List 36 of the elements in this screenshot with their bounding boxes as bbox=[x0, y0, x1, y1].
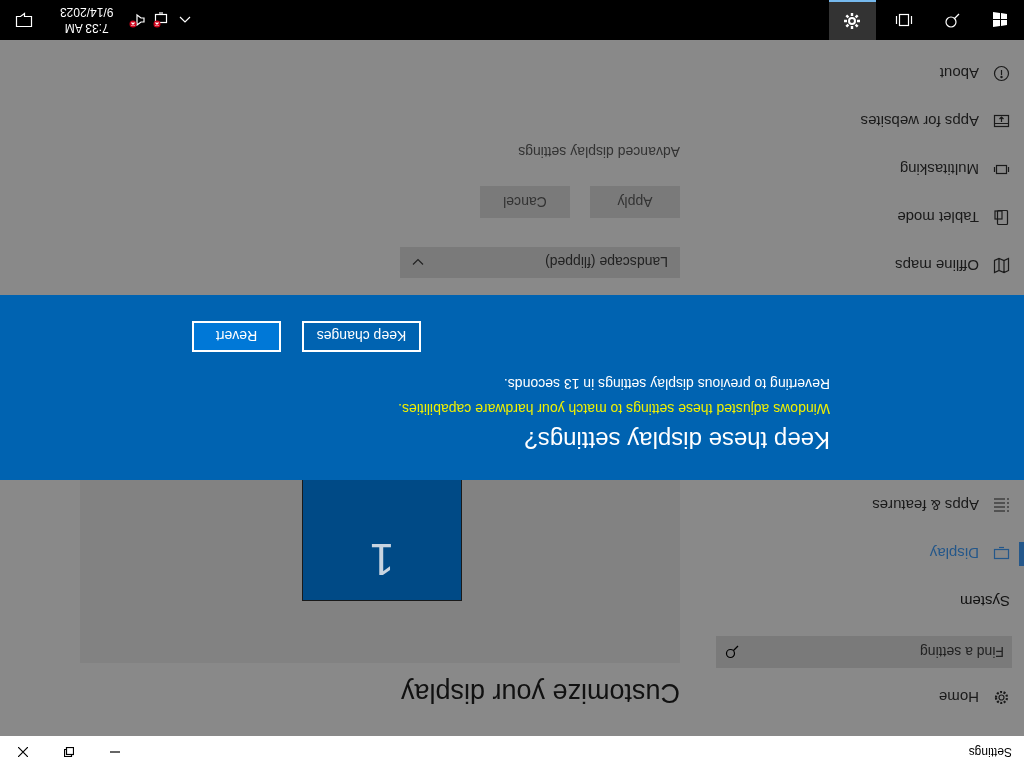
home-item[interactable]: Home bbox=[714, 680, 1024, 716]
speaker-muted-icon bbox=[128, 12, 147, 28]
nav-item[interactable]: About bbox=[714, 50, 1024, 98]
nav-item[interactable]: Tablet mode bbox=[714, 194, 1024, 242]
tablet-icon bbox=[993, 209, 1010, 227]
page-heading: Customize your display bbox=[400, 677, 680, 710]
nav-item[interactable]: Multitasking bbox=[714, 146, 1024, 194]
close-icon bbox=[18, 747, 28, 757]
search-field[interactable]: Find a setting bbox=[716, 636, 1012, 668]
taskbar-button[interactable] bbox=[829, 0, 876, 40]
dialog-title: Keep these display settings? bbox=[523, 426, 830, 456]
window-title: Settings bbox=[967, 745, 1013, 759]
orientation-dropdown[interactable]: Landscape (flipped) bbox=[400, 247, 680, 278]
search-icon bbox=[725, 645, 739, 659]
map-icon bbox=[993, 257, 1010, 275]
nav-item[interactable]: Apps for websites bbox=[714, 98, 1024, 146]
task-view-icon bbox=[895, 11, 913, 29]
nav-item[interactable]: Offline maps bbox=[714, 242, 1024, 290]
cancel-button[interactable]: Cancel bbox=[480, 186, 570, 218]
windows-logo-icon bbox=[991, 11, 1009, 29]
list-icon bbox=[993, 497, 1010, 515]
countdown-text: Reverting to previous display settings in 13 seconds. bbox=[502, 375, 830, 393]
gear-icon bbox=[993, 689, 1010, 707]
section-heading: System bbox=[959, 592, 1010, 612]
info-icon bbox=[993, 65, 1010, 83]
clock-button[interactable]: 7:33 AM 9/14/2023 bbox=[48, 0, 126, 40]
advanced-settings-link[interactable]: Advanced display settings bbox=[518, 144, 680, 160]
apply-button[interactable]: Apply bbox=[590, 186, 680, 218]
keep-changes-button[interactable]: Keep changes bbox=[302, 321, 421, 352]
search-icon bbox=[943, 11, 961, 29]
notification-icon bbox=[15, 12, 33, 28]
revert-button[interactable]: Revert bbox=[192, 321, 281, 352]
restore-icon bbox=[64, 747, 74, 757]
nav-item[interactable]: Apps & features bbox=[714, 482, 1024, 530]
warning-text: Windows adjusted these settings to match your hardware capabilities. bbox=[397, 400, 830, 418]
settings-icon bbox=[843, 12, 862, 30]
